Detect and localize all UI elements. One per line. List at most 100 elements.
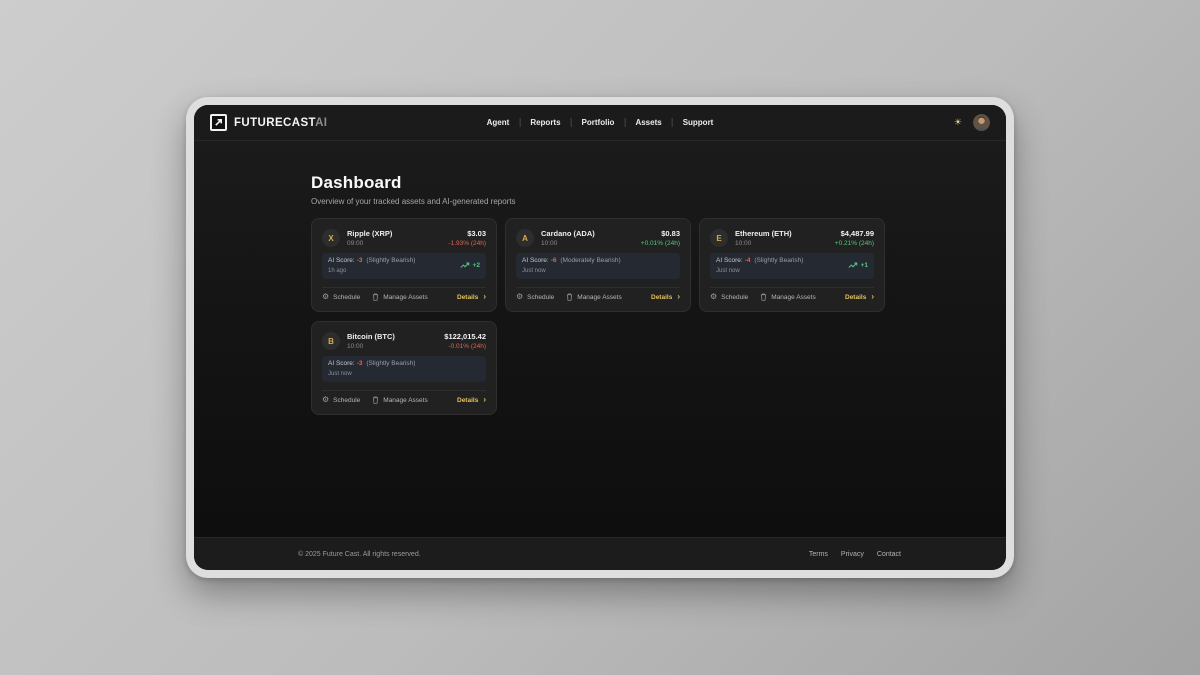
arrow-up-right-icon xyxy=(214,118,223,127)
asset-price: $3.03 xyxy=(448,229,486,238)
nav-item-portfolio[interactable]: Portfolio xyxy=(571,118,625,127)
nav-item-assets[interactable]: Assets xyxy=(624,118,671,127)
card-header: A Cardano (ADA) 10:00 $0.83 +0.01% (24h) xyxy=(516,229,680,247)
nav-item-agent[interactable]: Agent xyxy=(477,118,520,127)
trend-badge: +1 xyxy=(848,262,868,269)
asset-price: $0.83 xyxy=(641,229,680,238)
asset-card-ripple: X Ripple (XRP) 09:00 $3.03 -1.93% (24h) … xyxy=(311,218,497,312)
manage-assets-label: Manage Assets xyxy=(771,294,815,301)
chevron-right-icon: › xyxy=(483,396,486,404)
coin-symbol-badge: B xyxy=(322,332,340,350)
brand-wordmark: FUTURECASTAI xyxy=(234,117,327,129)
manage-assets-label: Manage Assets xyxy=(383,294,427,301)
asset-change: -1.93% (24h) xyxy=(448,240,486,247)
ai-score-panel: AI Score:-6 (Moderately Bearish) Just no… xyxy=(516,253,680,279)
schedule-button[interactable]: ⚙ Schedule xyxy=(322,396,360,404)
ai-score-label: AI Score: xyxy=(328,257,355,264)
schedule-label: Schedule xyxy=(527,294,554,301)
footer-link-privacy[interactable]: Privacy xyxy=(841,551,864,558)
page-footer: © 2025 Future Cast. All rights reserved.… xyxy=(194,537,1006,570)
chevron-right-icon: › xyxy=(871,293,874,301)
brand-logo-icon xyxy=(210,114,227,131)
asset-change: -0.01% (24h) xyxy=(444,343,486,350)
trash-icon xyxy=(372,293,379,301)
manage-assets-label: Manage Assets xyxy=(577,294,621,301)
asset-change: +0.01% (24h) xyxy=(641,240,680,247)
asset-price: $4,487.99 xyxy=(835,229,874,238)
coin-symbol-badge: A xyxy=(516,229,534,247)
schedule-label: Schedule xyxy=(333,294,360,301)
asset-time: 09:00 xyxy=(347,240,392,247)
card-actions: ⚙ Schedule Manage Assets Details › xyxy=(710,287,874,301)
asset-name: Ripple (XRP) xyxy=(347,229,392,238)
gear-icon: ⚙ xyxy=(516,293,523,301)
details-label: Details xyxy=(457,294,478,301)
schedule-label: Schedule xyxy=(721,294,748,301)
chevron-right-icon: › xyxy=(677,293,680,301)
card-actions: ⚙ Schedule Manage Assets Details › xyxy=(516,287,680,301)
gear-icon: ⚙ xyxy=(322,293,329,301)
manage-assets-button[interactable]: Manage Assets xyxy=(760,293,815,301)
details-button[interactable]: Details › xyxy=(457,293,486,301)
page-title: Dashboard xyxy=(311,173,1006,193)
details-button[interactable]: Details › xyxy=(845,293,874,301)
header-actions: ☀ xyxy=(954,114,990,131)
trend-value: +1 xyxy=(861,262,868,269)
schedule-button[interactable]: ⚙ Schedule xyxy=(710,293,748,301)
schedule-label: Schedule xyxy=(333,397,360,404)
asset-time: 10:00 xyxy=(735,240,792,247)
ai-updated: Just now xyxy=(716,267,803,275)
asset-name: Cardano (ADA) xyxy=(541,229,595,238)
window-frame: FUTURECASTAI Agent Reports Portfolio Ass… xyxy=(186,97,1014,578)
asset-change: +0.21% (24h) xyxy=(835,240,874,247)
ai-score-value: -3 xyxy=(357,257,363,264)
copyright-text: © 2025 Future Cast. All rights reserved. xyxy=(298,551,421,558)
app-window: FUTURECASTAI Agent Reports Portfolio Ass… xyxy=(194,105,1006,570)
nav-item-support[interactable]: Support xyxy=(672,118,724,127)
ai-sentiment: (Slightly Bearish) xyxy=(754,257,803,264)
chevron-right-icon: › xyxy=(483,293,486,301)
footer-link-terms[interactable]: Terms xyxy=(809,551,828,558)
theme-toggle-sun-icon[interactable]: ☀ xyxy=(954,118,962,127)
details-label: Details xyxy=(845,294,866,301)
asset-card-bitcoin: B Bitcoin (BTC) 10:00 $122,015.42 -0.01%… xyxy=(311,321,497,415)
details-button[interactable]: Details › xyxy=(651,293,680,301)
footer-link-contact[interactable]: Contact xyxy=(877,551,901,558)
trash-icon xyxy=(566,293,573,301)
user-avatar[interactable] xyxy=(973,114,990,131)
trend-badge: +2 xyxy=(460,262,480,269)
main-nav: Agent Reports Portfolio Assets Support xyxy=(477,118,724,127)
asset-price: $122,015.42 xyxy=(444,332,486,341)
trend-value: +2 xyxy=(473,262,480,269)
asset-name: Ethereum (ETH) xyxy=(735,229,792,238)
ai-score-value: -3 xyxy=(357,360,363,367)
ai-score-panel: AI Score:-3 (Slightly Bearish) Just now xyxy=(322,356,486,382)
manage-assets-button[interactable]: Manage Assets xyxy=(566,293,621,301)
manage-assets-button[interactable]: Manage Assets xyxy=(372,293,427,301)
manage-assets-label: Manage Assets xyxy=(383,397,427,404)
details-button[interactable]: Details › xyxy=(457,396,486,404)
trending-up-icon xyxy=(460,262,470,269)
ai-sentiment: (Slightly Bearish) xyxy=(366,360,415,367)
footer-links: Terms Privacy Contact xyxy=(809,551,901,558)
trash-icon xyxy=(760,293,767,301)
schedule-button[interactable]: ⚙ Schedule xyxy=(516,293,554,301)
asset-time: 10:00 xyxy=(541,240,595,247)
brand-name-main: FUTURECAST xyxy=(234,117,315,129)
ai-score-panel: AI Score:-3 (Slightly Bearish) 1h ago +2 xyxy=(322,253,486,279)
ai-updated: 1h ago xyxy=(328,267,415,275)
card-header: E Ethereum (ETH) 10:00 $4,487.99 +0.21% … xyxy=(710,229,874,247)
nav-item-reports[interactable]: Reports xyxy=(519,118,570,127)
gear-icon: ⚙ xyxy=(710,293,717,301)
manage-assets-button[interactable]: Manage Assets xyxy=(372,396,427,404)
schedule-button[interactable]: ⚙ Schedule xyxy=(322,293,360,301)
ai-score-label: AI Score: xyxy=(716,257,743,264)
ai-sentiment: (Moderately Bearish) xyxy=(560,257,620,264)
trash-icon xyxy=(372,396,379,404)
brand-name-accent: AI xyxy=(315,117,327,129)
trending-up-icon xyxy=(848,262,858,269)
ai-score-value: -4 xyxy=(745,257,751,264)
card-actions: ⚙ Schedule Manage Assets Details › xyxy=(322,390,486,404)
ai-updated: Just now xyxy=(328,370,415,378)
asset-name: Bitcoin (BTC) xyxy=(347,332,395,341)
